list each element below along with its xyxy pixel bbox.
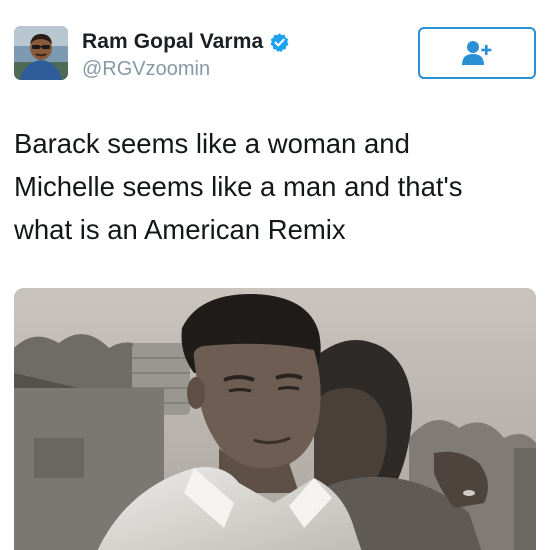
- tweet-card: Ram Gopal Varma @RGVzoomin Barack seems …: [0, 0, 550, 550]
- tweet-header: Ram Gopal Varma @RGVzoomin: [14, 26, 536, 82]
- tweet-photo[interactable]: [14, 288, 536, 550]
- follow-button[interactable]: [418, 27, 536, 79]
- user-handle[interactable]: @RGVzoomin: [82, 58, 290, 81]
- tweet-text-line: Barack seems like a woman and: [14, 128, 410, 159]
- tweet-text: Barack seems like a woman and Michelle s…: [14, 122, 534, 251]
- user-names: Ram Gopal Varma @RGVzoomin: [82, 30, 290, 81]
- tweet-text-line: what is an American Remix: [14, 214, 346, 245]
- add-user-icon: [462, 41, 492, 65]
- display-name[interactable]: Ram Gopal Varma: [82, 30, 263, 54]
- verified-badge-icon: [270, 32, 289, 52]
- avatar[interactable]: [14, 26, 68, 80]
- photo-illustration: [14, 288, 536, 550]
- display-name-row: Ram Gopal Varma: [82, 30, 290, 54]
- user-avatar-icon: [14, 26, 68, 80]
- tweet-text-line: Michelle seems like a man and that's: [14, 171, 463, 202]
